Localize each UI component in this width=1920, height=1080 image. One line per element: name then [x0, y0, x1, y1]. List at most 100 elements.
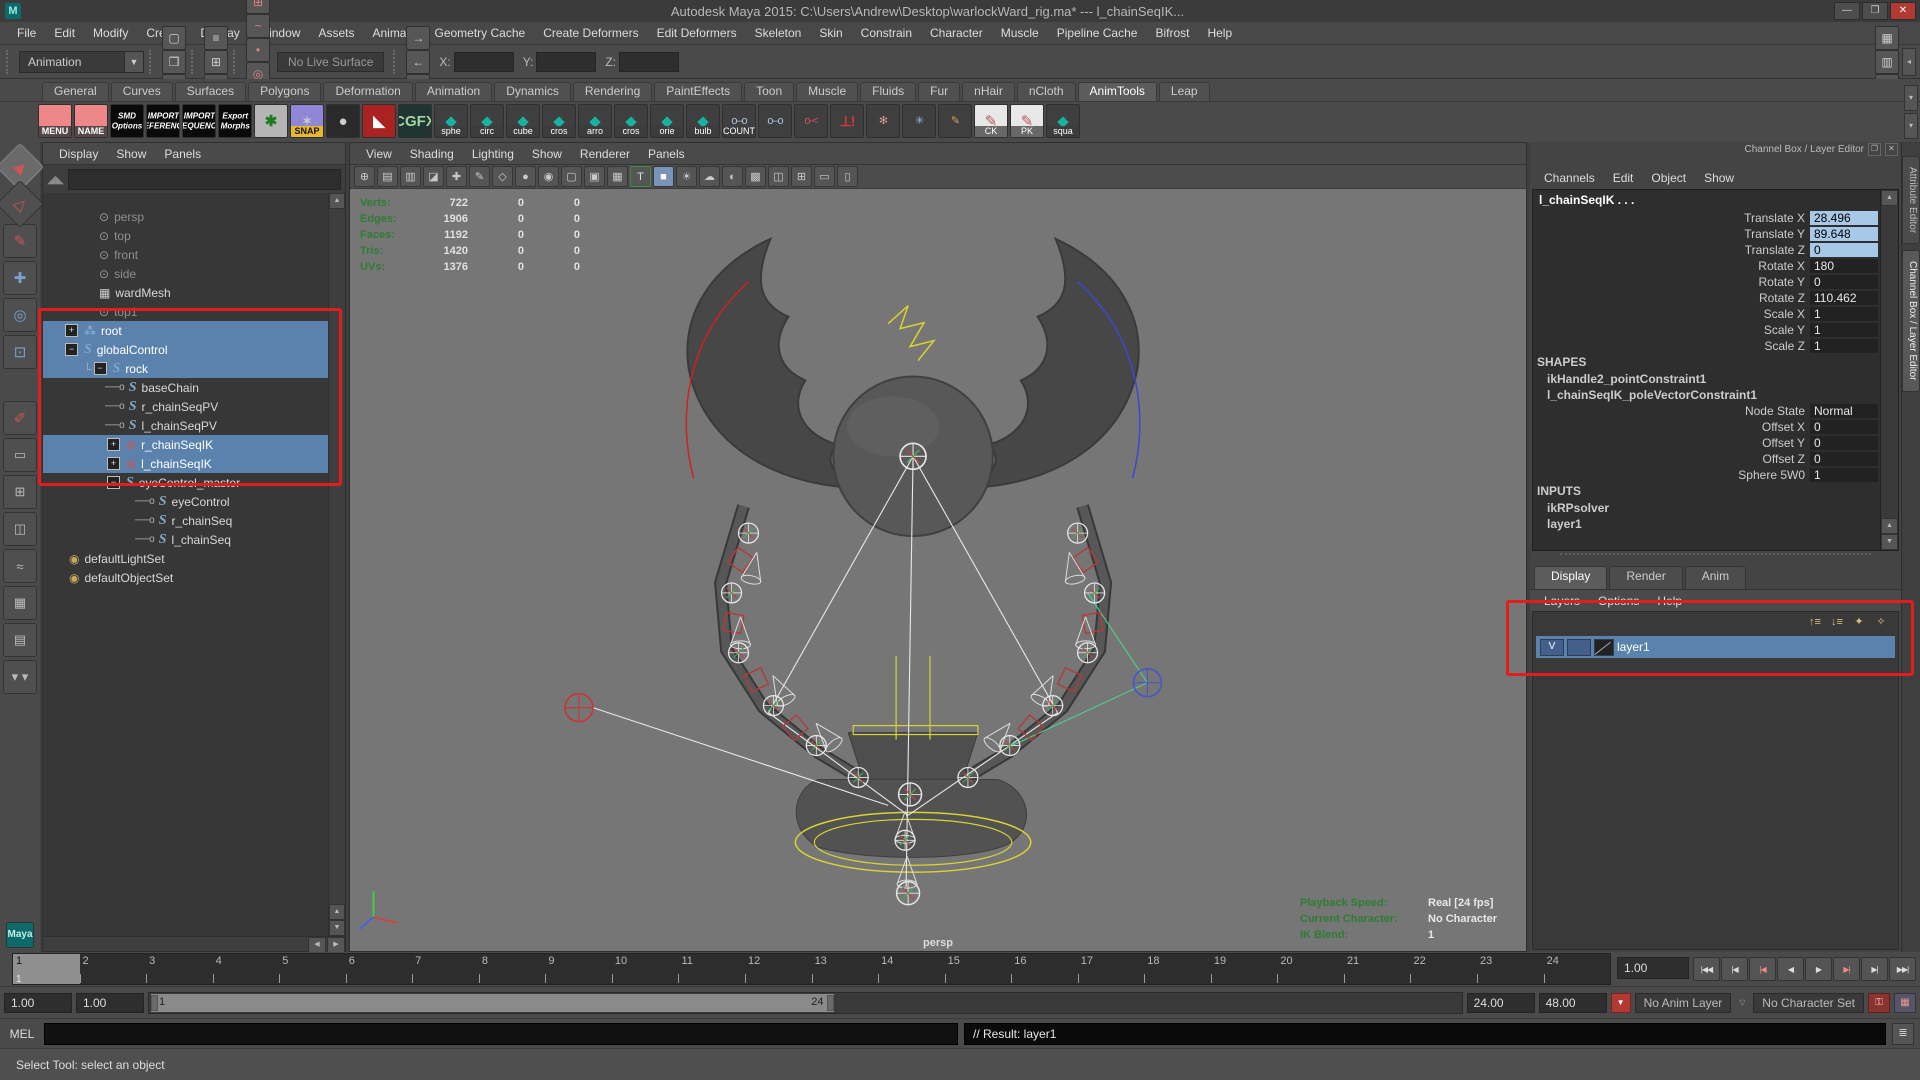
shelf-tab[interactable]: Leap: [1159, 82, 1210, 101]
outliner-row[interactable]: ⊙ persp: [43, 207, 329, 226]
close-button[interactable]: ✕: [1890, 2, 1916, 20]
outliner-row[interactable]: ──o S baseChain: [43, 378, 329, 397]
attribute-value-field[interactable]: 0: [1810, 436, 1878, 450]
export-morphs-shelf-item[interactable]: Export Morphs: [218, 104, 252, 138]
scroll-down-icon[interactable]: ▼: [329, 920, 345, 936]
anim-layer-filter-button[interactable]: ▼: [1611, 993, 1631, 1013]
channel-attribute-row[interactable]: Rotate Z 110.462: [1533, 290, 1880, 306]
shape-node-name[interactable]: ikHandle2_pointConstraint1: [1533, 371, 1880, 387]
current-time-field[interactable]: 1.00: [1617, 957, 1689, 979]
skeleton-shelf-item[interactable]: ✻: [866, 104, 900, 138]
outliner-row[interactable]: └ − S rock: [43, 359, 329, 378]
outliner-persp-layout-button[interactable]: ◫: [3, 512, 37, 546]
flat-shade-icon[interactable]: ◉: [538, 166, 559, 187]
shelf-tab[interactable]: Animation: [415, 82, 492, 101]
outliner-row[interactable]: ──o S r_chainSeq: [43, 511, 329, 530]
side-tab[interactable]: Channel Box / Layer Editor: [1902, 250, 1920, 392]
select-by-object-icon[interactable]: ⊞: [204, 50, 228, 74]
new-scene-icon[interactable]: ▢: [162, 26, 186, 50]
frame-cell[interactable]: 3: [146, 954, 213, 984]
four-pane-layout-button[interactable]: ⊞: [3, 475, 37, 509]
playback-end-field[interactable]: 24.00: [1467, 993, 1535, 1013]
panel-splitter[interactable]: [1560, 553, 1871, 563]
chevron-down-icon[interactable]: ▽: [1735, 994, 1749, 1012]
layout-dropdown-arrows[interactable]: ▾ ▾: [3, 660, 37, 694]
layer-editor-tab[interactable]: Render: [1609, 566, 1682, 589]
viewport-menu-item[interactable]: Show: [524, 146, 570, 162]
animation-start-field[interactable]: 1.00: [4, 993, 72, 1013]
snap-to-grid-icon[interactable]: ⊞: [246, 0, 270, 14]
expand-collapse-icon[interactable]: −: [65, 343, 78, 356]
frame-cell[interactable]: 14: [878, 954, 945, 984]
go-to-end-button[interactable]: ▶▶|: [1889, 957, 1916, 981]
collapse-status-line-button[interactable]: ◂: [1902, 48, 1916, 76]
channel-attribute-row[interactable]: Translate Z 0: [1533, 242, 1880, 258]
dota-shelf-item[interactable]: ◣: [362, 104, 396, 138]
frame-cell[interactable]: 4: [213, 954, 280, 984]
mel-label[interactable]: MEL: [6, 1027, 38, 1041]
shelf-tab[interactable]: Fur: [918, 82, 960, 101]
viewport-menu-item[interactable]: Lighting: [464, 146, 522, 162]
play-backwards-button[interactable]: ◀: [1777, 957, 1804, 981]
bulb-gem-shelf-item[interactable]: ◆ bulb: [686, 104, 720, 138]
wireframe-icon[interactable]: ◇: [492, 166, 513, 187]
x-coordinate-field[interactable]: [454, 52, 514, 72]
frame-cell[interactable]: 7: [412, 954, 479, 984]
playback-start-field[interactable]: 1.00: [76, 993, 144, 1013]
shelf-tab[interactable]: nCloth: [1017, 82, 1076, 101]
layer-color-swatch[interactable]: [1594, 639, 1614, 656]
isolate-select-icon[interactable]: ◫: [768, 166, 789, 187]
step-back-key-button[interactable]: |◀: [1749, 957, 1776, 981]
input-node-name[interactable]: layer1: [1533, 516, 1880, 532]
single-pane-layout-button[interactable]: ▭: [3, 438, 37, 472]
attribute-value-field[interactable]: 1: [1810, 468, 1878, 482]
outliner-row[interactable]: + ⁂ root: [43, 321, 329, 340]
outliner-scrollbar[interactable]: ▲ ▲ ▼: [328, 193, 345, 936]
mel-input-field[interactable]: [44, 1023, 958, 1045]
menu-item[interactable]: Skin: [810, 24, 851, 42]
outliner-menu-item[interactable]: Panels: [156, 146, 209, 162]
scroll-up-icon[interactable]: ▲: [1881, 190, 1898, 206]
frame-cell[interactable]: 18: [1144, 954, 1211, 984]
shelf-tab[interactable]: Muscle: [796, 82, 858, 101]
channel-attribute-row[interactable]: Translate X 28.496: [1533, 210, 1880, 226]
outliner-row[interactable]: + ⊕ l_chainSeqIK: [43, 454, 329, 473]
frame-cell[interactable]: 23: [1477, 954, 1544, 984]
layer-editor-tab[interactable]: Display: [1534, 566, 1607, 589]
smooth-shade-icon[interactable]: ●: [515, 166, 536, 187]
outliner-search-input[interactable]: [68, 169, 341, 190]
circ-gem-shelf-item[interactable]: ◆ circ: [470, 104, 504, 138]
expand-collapse-icon[interactable]: +: [107, 438, 120, 451]
input-connections-icon[interactable]: →: [406, 26, 430, 50]
frame-cell[interactable]: 24: [1544, 954, 1611, 984]
paint-select-tool[interactable]: ✎: [3, 224, 37, 258]
channel-attribute-row[interactable]: Scale Z 1: [1533, 338, 1880, 354]
move-layer-up-icon[interactable]: ↑≡: [1806, 616, 1824, 630]
drag-handle[interactable]: [191, 50, 199, 74]
frame-cell[interactable]: 21: [1344, 954, 1411, 984]
maximize-button[interactable]: ❐: [1862, 2, 1888, 20]
menu-item[interactable]: Skeleton: [746, 24, 811, 42]
channel-box-scrollbar[interactable]: ▲ ▲ ▼: [1880, 190, 1898, 550]
cube-gem-shelf-item[interactable]: ◆ cube: [506, 104, 540, 138]
attribute-value-field[interactable]: 28.496: [1810, 211, 1878, 225]
playback-range-bar[interactable]: 1 24: [151, 994, 834, 1012]
outliner-row[interactable]: ⊙ top: [43, 226, 329, 245]
bookmarks-icon[interactable]: ▥: [400, 166, 421, 187]
channel-attribute-row[interactable]: Rotate X 180: [1533, 258, 1880, 274]
attribute-value-field[interactable]: 89.648: [1810, 227, 1878, 241]
attribute-value-field[interactable]: 180: [1810, 259, 1878, 273]
expand-collapse-icon[interactable]: −: [107, 476, 120, 489]
last-tool-used[interactable]: ✐: [3, 401, 37, 435]
menu-item[interactable]: Pipeline Cache: [1048, 24, 1147, 42]
drag-handle[interactable]: [393, 50, 401, 74]
layer-editor-menu-item[interactable]: Options: [1590, 593, 1647, 609]
shelf-tab[interactable]: AnimTools: [1078, 82, 1157, 101]
squa-gem-shelf-item[interactable]: ◆ squa: [1046, 104, 1080, 138]
frame-cell[interactable]: 12: [745, 954, 812, 984]
attribute-value-field[interactable]: 0: [1810, 452, 1878, 466]
frame-cell[interactable]: 15: [945, 954, 1012, 984]
shelf-menu-arrows[interactable]: ▾: [1904, 113, 1918, 139]
shelf-tab[interactable]: PaintEffects: [654, 82, 742, 101]
asterisk-shelf-item[interactable]: ✱: [254, 104, 288, 138]
